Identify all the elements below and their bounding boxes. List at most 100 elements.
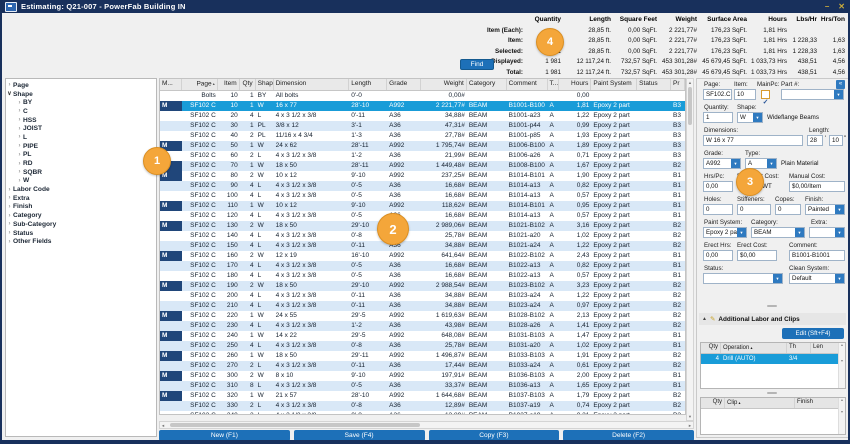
- status-combo[interactable]: ▼: [703, 273, 783, 284]
- finish-combo[interactable]: Painted▼: [805, 204, 845, 215]
- paint-system-combo[interactable]: Epoxy 2 part▼: [703, 227, 747, 238]
- footer-button-save-f4-[interactable]: Save (F4): [294, 430, 425, 441]
- shape-combo[interactable]: W▼: [737, 112, 763, 123]
- sidebar-item-finish[interactable]: ›Finish: [6, 203, 156, 212]
- extra-combo[interactable]: ▼: [809, 227, 845, 238]
- column-header-paintsystem[interactable]: Paint System: [591, 79, 637, 90]
- sidebar-item-c[interactable]: ›C: [6, 107, 156, 116]
- minimize-icon[interactable]: –: [825, 3, 829, 11]
- quantity-field[interactable]: 1: [703, 112, 733, 123]
- sidebar-item-rd[interactable]: ›RD: [6, 159, 156, 168]
- chevron-right-icon[interactable]: ›: [6, 187, 13, 193]
- comment-field[interactable]: B1001-B1001: [789, 250, 845, 261]
- dropdown-arrow-icon[interactable]: ▼: [795, 228, 804, 237]
- chevron-right-icon[interactable]: ›: [6, 213, 13, 219]
- hrspc-field[interactable]: 0,00: [703, 181, 733, 192]
- footer-button-new-f1-[interactable]: New (F1): [159, 430, 290, 441]
- additional-labor-header[interactable]: ▲ ✎ Additional Labor and Clips: [699, 313, 846, 325]
- erect-hrs-field[interactable]: 0,00: [703, 250, 733, 261]
- sidebar-item-joist[interactable]: ›JOIST: [6, 124, 156, 133]
- column-header-page[interactable]: Page ▴: [182, 79, 218, 90]
- part-combo[interactable]: ▼: [781, 89, 844, 100]
- chevron-right-icon[interactable]: ›: [16, 100, 23, 106]
- chevron-right-icon[interactable]: ›: [6, 82, 13, 88]
- operations-scrollbar[interactable]: ▲▼: [838, 343, 845, 388]
- clips-scrollbar[interactable]: ▲▼: [838, 398, 845, 434]
- sidebar-item-other-fields[interactable]: ›Other Fields: [6, 237, 156, 246]
- stiffeners-field[interactable]: 0: [737, 204, 771, 215]
- table-row[interactable]: MSF102 C3201W21 x 5728'-10A9921 644,68#B…: [160, 391, 685, 401]
- collapse-section-icon[interactable]: ▲: [702, 316, 707, 322]
- table-row[interactable]: SF102 C402PL11/16 x 4 3/41'-3A3627,78#BE…: [160, 131, 685, 141]
- table-row[interactable]: SF102 C1504L4 x 3 1/2 x 3/80'-11A3634,88…: [160, 241, 685, 251]
- column-header-weight[interactable]: Weight: [421, 79, 467, 90]
- dropdown-arrow-icon[interactable]: ▼: [737, 228, 746, 237]
- table-row[interactable]: SF102 C602L4 x 3 1/2 x 3/81'-2A3621,99#B…: [160, 151, 685, 161]
- mainpc-checkbox[interactable]: ✓: [761, 90, 770, 99]
- length-feet-field[interactable]: 28: [807, 135, 823, 146]
- table-row[interactable]: SF102 C3302L4 x 3 1/2 x 3/80'-8A3612,89#…: [160, 401, 685, 411]
- chevron-right-icon[interactable]: ›: [16, 178, 23, 184]
- chevron-right-icon[interactable]: ›: [16, 126, 23, 132]
- column-header-qty[interactable]: Qty: [701, 343, 721, 353]
- table-row[interactable]: MSF102 C1902W18 x 5029'-10A9922 988,54#B…: [160, 281, 685, 291]
- column-header-status[interactable]: Status: [637, 79, 671, 90]
- dropdown-arrow-icon[interactable]: ▼: [773, 274, 782, 283]
- dropdown-arrow-icon[interactable]: ▼: [835, 228, 844, 237]
- table-row[interactable]: MSF102 C701W18 x 5028'-11A9921 449,48#BE…: [160, 161, 685, 171]
- sidebar-item-pipe[interactable]: ›PIPE: [6, 142, 156, 151]
- column-header-len[interactable]: Len: [811, 343, 839, 353]
- edit-labor-button[interactable]: Edit (Sft+F4): [782, 328, 844, 339]
- column-header-operation[interactable]: Operation ▴: [721, 343, 787, 353]
- column-header-comment[interactable]: Comment: [507, 79, 548, 90]
- sidebar-item-shape[interactable]: ∨Shape: [6, 90, 156, 99]
- chevron-right-icon[interactable]: ›: [6, 204, 13, 210]
- table-row[interactable]: SF102 C2104L4 x 3 1/2 x 3/80'-11A3634,88…: [160, 301, 685, 311]
- mini-table-row[interactable]: 4Drill (AUTO)3/4: [701, 354, 845, 364]
- category-combo[interactable]: BEAM▼: [751, 227, 805, 238]
- column-header-th[interactable]: Th: [787, 343, 811, 353]
- chevron-right-icon[interactable]: ›: [6, 221, 13, 227]
- table-row[interactable]: SF102 C204L4 x 3 1/2 x 3/80'-11A3634,88#…: [160, 111, 685, 121]
- table-row[interactable]: MSF102 C501W24 x 6228'-11A9921 795,74#BE…: [160, 141, 685, 151]
- dimensions-field[interactable]: W 16 x 77: [703, 135, 803, 146]
- chevron-right-icon[interactable]: ›: [6, 195, 13, 201]
- table-row[interactable]: SF102 C2702L4 x 3 1/2 x 3/80'-11A3617,44…: [160, 361, 685, 371]
- column-header-m[interactable]: M...: [160, 79, 182, 90]
- footer-button-delete-f2-[interactable]: Delete (F2): [563, 430, 694, 441]
- sidebar-item-w[interactable]: ›W: [6, 177, 156, 186]
- table-row[interactable]: SF102 C1004L4 x 3 1/2 x 3/80'-5A3616,68#…: [160, 191, 685, 201]
- table-row[interactable]: SF102 C301PL3/8 x 123'-1A3647,31#BEAMB10…: [160, 121, 685, 131]
- dropdown-arrow-icon[interactable]: ▼: [835, 205, 844, 214]
- sidebar-item-status[interactable]: ›Status: [6, 229, 156, 238]
- table-row[interactable]: MSF102 C1602W12 x 1916'-10A992641,64#BEA…: [160, 251, 685, 261]
- item-field[interactable]: 10: [734, 89, 756, 100]
- scroll-up-icon[interactable]: ▲: [687, 80, 693, 85]
- column-header-t[interactable]: T...: [548, 79, 560, 90]
- table-row[interactable]: SF102 C904L4 x 3 1/2 x 3/80'-5A3616,68#B…: [160, 181, 685, 191]
- collapse-panel-icon[interactable]: «: [836, 80, 845, 89]
- chevron-right-icon[interactable]: ›: [16, 161, 23, 167]
- table-row[interactable]: MSF102 C802W10 x 129'-10A992237,25#BEAMB…: [160, 171, 685, 181]
- dropdown-arrow-icon[interactable]: ▼: [767, 159, 776, 168]
- dropdown-arrow-icon[interactable]: ▼: [834, 90, 843, 99]
- chevron-right-icon[interactable]: ›: [16, 108, 23, 114]
- column-header-pr[interactable]: Pr: [671, 79, 685, 90]
- table-row[interactable]: MSF102 C1302W18 x 5029'-10A9922 989,06#B…: [160, 221, 685, 231]
- scroll-right-icon[interactable]: ►: [688, 423, 692, 428]
- table-row[interactable]: SF102 C2504L4 x 3 1/2 x 3/80'-8A3625,78#…: [160, 341, 685, 351]
- sidebar-item-sub-category[interactable]: ›Sub-Category: [6, 220, 156, 229]
- column-header-item[interactable]: Item: [218, 79, 240, 90]
- chevron-right-icon[interactable]: ›: [16, 117, 23, 123]
- horizontal-scrollbar[interactable]: ◄ ►: [159, 421, 694, 429]
- splitter-handle[interactable]: [767, 305, 777, 307]
- sidebar-item-extra[interactable]: ›Extra: [6, 194, 156, 203]
- scroll-left-icon[interactable]: ◄: [161, 423, 165, 428]
- dropdown-arrow-icon[interactable]: ▼: [753, 113, 762, 122]
- chevron-down-icon[interactable]: ∨: [6, 91, 13, 97]
- clean-system-combo[interactable]: Default▼: [789, 273, 845, 284]
- page-field[interactable]: SF102.C: [703, 89, 732, 100]
- column-header-clip[interactable]: Clip ▴: [725, 398, 795, 408]
- chevron-right-icon[interactable]: ›: [16, 134, 23, 140]
- table-row[interactable]: MSF102 C3002W8 x 109'-10A992197,91#BEAMB…: [160, 371, 685, 381]
